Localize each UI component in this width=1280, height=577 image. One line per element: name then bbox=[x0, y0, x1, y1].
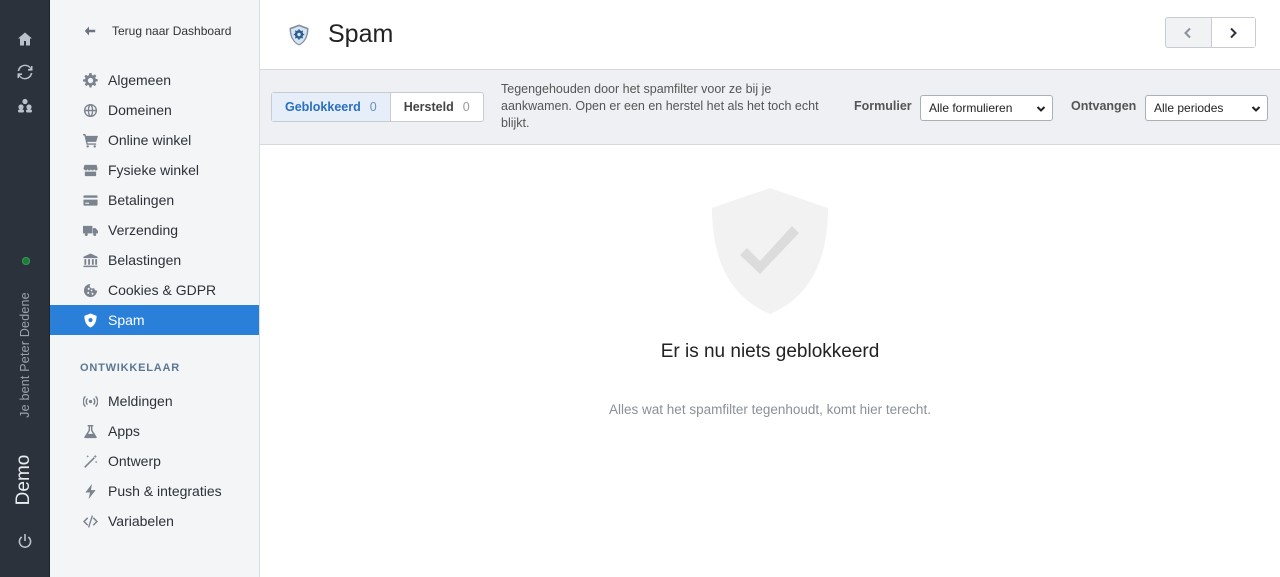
magic-wand-icon bbox=[82, 453, 98, 469]
back-label: Terug naar Dashboard bbox=[112, 24, 232, 38]
page-title: Spam bbox=[328, 20, 394, 48]
sidebar-item-spam[interactable]: Spam bbox=[50, 305, 259, 335]
sidebar-item-cookies-gdpr[interactable]: Cookies & GDPR bbox=[50, 275, 259, 305]
sidebar-item-label: Belastingen bbox=[108, 252, 182, 268]
form-filter-select[interactable]: Alle formulieren bbox=[920, 95, 1053, 121]
bolt-icon bbox=[82, 483, 98, 499]
chevron-down-icon bbox=[1036, 106, 1046, 112]
spam-shield-icon bbox=[289, 24, 309, 46]
sidebar-item-verzending[interactable]: Verzending bbox=[50, 215, 259, 245]
empty-state-subtitle: Alles wat het spamfilter tegenhoudt, kom… bbox=[609, 402, 931, 417]
pager bbox=[1165, 17, 1256, 48]
sidebar-item-label: Variabelen bbox=[108, 513, 174, 529]
sidebar-item-push-integraties[interactable]: Push & integraties bbox=[50, 476, 259, 506]
sidebar-item-ontwerp[interactable]: Ontwerp bbox=[50, 446, 259, 476]
page-header: Spam bbox=[260, 0, 1280, 70]
home-icon[interactable] bbox=[16, 30, 34, 48]
received-filter-label: Ontvangen bbox=[1071, 99, 1137, 113]
flask-icon bbox=[82, 423, 98, 439]
sidebar-item-meldingen[interactable]: Meldingen bbox=[50, 386, 259, 416]
online-status-dot bbox=[22, 257, 30, 265]
shield-icon bbox=[82, 312, 98, 328]
arrow-left-icon bbox=[84, 26, 96, 36]
sidebar-item-fysieke-winkel[interactable]: Fysieke winkel bbox=[50, 155, 259, 185]
power-icon[interactable] bbox=[16, 532, 34, 550]
sidebar-item-label: Ontwerp bbox=[108, 453, 161, 469]
truck-icon bbox=[82, 222, 98, 238]
sync-icon[interactable] bbox=[16, 63, 34, 81]
sidebar-item-domeinen[interactable]: Domeinen bbox=[50, 95, 259, 125]
sidebar-item-label: Online winkel bbox=[108, 132, 192, 148]
broadcast-icon bbox=[82, 393, 98, 409]
sidebar-item-label: Apps bbox=[108, 423, 140, 439]
tab-hersteld[interactable]: Hersteld 0 bbox=[391, 93, 483, 121]
sidebar-item-belastingen[interactable]: Belastingen bbox=[50, 245, 259, 275]
tab-label: Hersteld bbox=[403, 100, 454, 114]
sidebar-item-online-winkel[interactable]: Online winkel bbox=[50, 125, 259, 155]
tab-count: 0 bbox=[462, 100, 470, 114]
credit-card-icon bbox=[82, 192, 98, 208]
sidebar-item-label: Cookies & GDPR bbox=[108, 282, 217, 298]
chevron-left-icon bbox=[1184, 27, 1191, 38]
cart-icon bbox=[82, 132, 98, 148]
form-filter-value: Alle formulieren bbox=[929, 101, 1013, 115]
sidebar-item-label: Betalingen bbox=[108, 192, 175, 208]
empty-shield-check-icon bbox=[712, 188, 828, 314]
next-button[interactable] bbox=[1210, 18, 1255, 47]
sidebar-item-label: Fysieke winkel bbox=[108, 162, 200, 178]
received-filter-value: Alle periodes bbox=[1154, 101, 1224, 115]
status-tabs: Geblokkeerd 0 Hersteld 0 bbox=[271, 92, 484, 122]
developer-section-label: ONTWIKKELAAR bbox=[80, 362, 181, 374]
sidebar-item-variabelen[interactable]: Variabelen bbox=[50, 506, 259, 536]
sidebar-item-label: Spam bbox=[108, 312, 145, 328]
sidebar-item-apps[interactable]: Apps bbox=[50, 416, 259, 446]
app-rail: Je bent Peter Dedene Demo bbox=[0, 0, 50, 577]
settings-nav: Algemeen Domeinen Online winkel Fysieke … bbox=[50, 65, 259, 335]
sidebar-item-algemeen[interactable]: Algemeen bbox=[50, 65, 259, 95]
chevron-right-icon bbox=[1230, 27, 1238, 38]
previous-button[interactable] bbox=[1166, 18, 1211, 47]
filter-description: Tegengehouden door het spamfilter voor z… bbox=[501, 82, 819, 130]
tab-geblokkeerd[interactable]: Geblokkeerd 0 bbox=[272, 93, 391, 121]
filter-bar: Geblokkeerd 0 Hersteld 0 Tegengehouden d… bbox=[260, 70, 1280, 145]
store-icon bbox=[82, 162, 98, 178]
settings-sidebar: Terug naar Dashboard Algemeen Domeinen O… bbox=[50, 0, 260, 577]
bank-icon bbox=[82, 252, 98, 268]
empty-state-title: Er is nu niets geblokkeerd bbox=[660, 341, 880, 362]
store-name[interactable]: Demo bbox=[13, 455, 35, 506]
tab-count: 0 bbox=[369, 100, 377, 114]
sidebar-item-betalingen[interactable]: Betalingen bbox=[50, 185, 259, 215]
main-content: Spam Geblokkeerd 0 Hersteld 0 Tegengehou… bbox=[260, 0, 1280, 577]
cookie-icon bbox=[82, 282, 98, 298]
code-icon bbox=[82, 513, 98, 529]
sidebar-item-label: Domeinen bbox=[108, 102, 172, 118]
developer-nav: Meldingen Apps Ontwerp Push & integratie… bbox=[50, 386, 259, 536]
current-user-label: Je bent Peter Dedene bbox=[18, 292, 32, 418]
sidebar-item-label: Algemeen bbox=[108, 72, 172, 88]
back-to-dashboard-link[interactable]: Terug naar Dashboard bbox=[84, 24, 231, 38]
sidebar-item-label: Meldingen bbox=[108, 393, 173, 409]
globe-icon bbox=[82, 102, 98, 118]
form-filter-label: Formulier bbox=[854, 99, 912, 113]
received-filter-select[interactable]: Alle periodes bbox=[1145, 95, 1268, 121]
sidebar-item-label: Push & integraties bbox=[108, 483, 222, 499]
sidebar-item-label: Verzending bbox=[108, 222, 179, 238]
tab-label: Geblokkeerd bbox=[285, 100, 361, 114]
team-icon[interactable] bbox=[16, 96, 34, 114]
chevron-down-icon bbox=[1251, 106, 1261, 112]
gear-icon bbox=[82, 72, 98, 88]
